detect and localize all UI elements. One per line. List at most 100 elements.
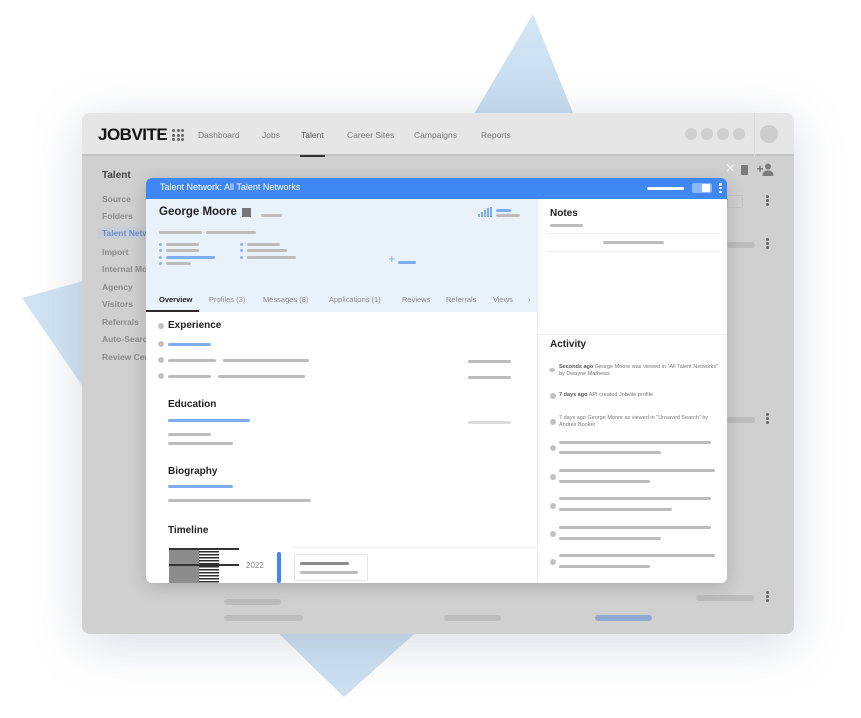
bullet <box>158 357 164 363</box>
bullet <box>158 373 164 379</box>
placeholder-bar <box>168 442 233 445</box>
placeholder-bar <box>559 565 650 568</box>
divider <box>547 233 720 234</box>
tab-reviews[interactable]: Reviews <box>402 295 430 304</box>
tab-messages[interactable]: Messages (8) <box>263 295 308 304</box>
notes-title: Notes <box>550 208 578 219</box>
nav-talent[interactable]: Talent <box>300 113 325 157</box>
tabs-more-chevron-icon[interactable]: › <box>528 295 531 304</box>
activity-bullet <box>550 474 556 480</box>
nav-reports[interactable]: Reports <box>481 113 511 156</box>
add-icon[interactable]: + <box>388 256 396 265</box>
activity-time: Seconds ago <box>559 364 594 370</box>
placeholder-bar-link[interactable] <box>166 256 215 259</box>
placeholder-bar <box>247 249 287 252</box>
sidebar-item-auto-search[interactable]: Auto-Searc <box>102 334 147 344</box>
bullet <box>158 341 164 347</box>
activity-bullet <box>550 445 556 451</box>
placeholder-bar <box>300 562 349 565</box>
header-dot[interactable] <box>685 128 697 140</box>
close-icon[interactable]: × <box>725 162 736 175</box>
nav-label: Career Sites <box>347 129 395 140</box>
row-menu-icon[interactable] <box>766 413 769 425</box>
activity-bullet <box>550 393 556 399</box>
active-nav-underline <box>300 155 325 157</box>
apps-grid-icon[interactable] <box>172 129 184 141</box>
row-menu-icon[interactable] <box>766 591 769 603</box>
divider <box>547 251 720 252</box>
activity-item: 7 days ago George Moore as viewed in "Un… <box>559 415 724 429</box>
sidebar-item-internal-mobility[interactable]: Internal Mo <box>102 264 147 274</box>
stage: JOBVITE Dashboard Jobs Talent Career Sit… <box>0 0 861 718</box>
user-avatar[interactable] <box>760 125 778 143</box>
placeholder-bar <box>696 595 754 601</box>
document-icon[interactable] <box>741 165 748 175</box>
activity-bullet <box>550 531 556 537</box>
panel-divider <box>537 199 538 583</box>
sidebar-item-import[interactable]: Import <box>102 247 128 257</box>
jobvite-logo[interactable]: JOBVITE <box>98 125 168 145</box>
row-menu-icon[interactable] <box>766 238 769 250</box>
placeholder-bar <box>168 359 216 362</box>
timeline-event-card[interactable] <box>294 554 368 581</box>
header-dot[interactable] <box>733 128 745 140</box>
section-title-education: Education <box>168 399 217 410</box>
nav-career-sites[interactable]: Career Sites <box>347 113 394 156</box>
placeholder-bar-link[interactable] <box>168 485 233 488</box>
tab-profiles[interactable]: Profiles (3) <box>209 295 245 304</box>
placeholder-bar <box>261 214 282 217</box>
placeholder-bar <box>559 469 715 472</box>
bullet <box>159 243 162 246</box>
nav-dashboard[interactable]: Dashboard <box>198 113 240 156</box>
header-dot[interactable] <box>717 128 729 140</box>
sidebar-item-folders[interactable]: Folders <box>102 211 133 221</box>
placeholder-bar <box>559 497 711 500</box>
placeholder-bar <box>223 359 309 362</box>
tab-applications[interactable]: Applications (1) <box>329 295 381 304</box>
placeholder-bar <box>168 375 211 378</box>
placeholder-bar <box>496 214 520 217</box>
placeholder-bar-blue <box>595 615 652 621</box>
placeholder-bar <box>559 526 711 529</box>
placeholder-bar <box>224 599 281 605</box>
placeholder-bar <box>559 441 711 444</box>
tab-overview[interactable]: Overview <box>159 295 192 304</box>
placeholder-bar <box>444 615 501 621</box>
nav-jobs[interactable]: Jobs <box>262 113 280 156</box>
nav-label: Campaigns <box>414 129 457 140</box>
bullet <box>159 262 162 265</box>
bullet <box>159 249 162 252</box>
placeholder-bar-link[interactable] <box>168 343 211 346</box>
sidebar-item-source[interactable]: Source <box>102 194 131 204</box>
nav-label: Jobs <box>262 129 280 140</box>
candidate-status-icon[interactable] <box>242 208 251 217</box>
sidebar-item-referrals[interactable]: Referrals <box>102 317 139 327</box>
header-status-dots <box>685 128 745 140</box>
placeholder-bar <box>224 615 303 621</box>
divider <box>538 334 727 335</box>
add-user-icon[interactable] <box>757 163 774 176</box>
row-menu-icon[interactable] <box>766 195 769 207</box>
tab-views[interactable]: Views <box>493 295 513 304</box>
timeline-ticks <box>199 548 219 583</box>
timeline-marker <box>169 548 239 550</box>
tab-referrals[interactable]: Referrals <box>446 295 476 304</box>
sidebar-item-visitors[interactable]: Visitors <box>102 299 133 309</box>
view-toggle[interactable] <box>692 183 712 193</box>
filter-box[interactable] <box>727 195 743 208</box>
sidebar-item-agency[interactable]: Agency <box>102 282 133 292</box>
placeholder-bar-link[interactable] <box>168 419 250 422</box>
placeholder-bar <box>168 499 311 502</box>
header-dot[interactable] <box>701 128 713 140</box>
bullet <box>159 256 162 259</box>
sidebar-item-review-center[interactable]: Review Cer <box>102 352 148 362</box>
add-link-bar[interactable] <box>398 261 416 264</box>
nav-label: Dashboard <box>198 129 240 140</box>
sidebar-item-talent-network[interactable]: Talent Netw <box>98 227 154 239</box>
activity-time: 7 days ago <box>559 392 588 398</box>
nav-campaigns[interactable]: Campaigns <box>414 113 457 156</box>
timeline-cursor[interactable] <box>277 552 281 583</box>
modal-menu-icon[interactable] <box>719 183 722 194</box>
activity-bullet <box>550 559 556 565</box>
candidate-modal: Talent Network: All Talent Networks Geor… <box>146 178 727 583</box>
